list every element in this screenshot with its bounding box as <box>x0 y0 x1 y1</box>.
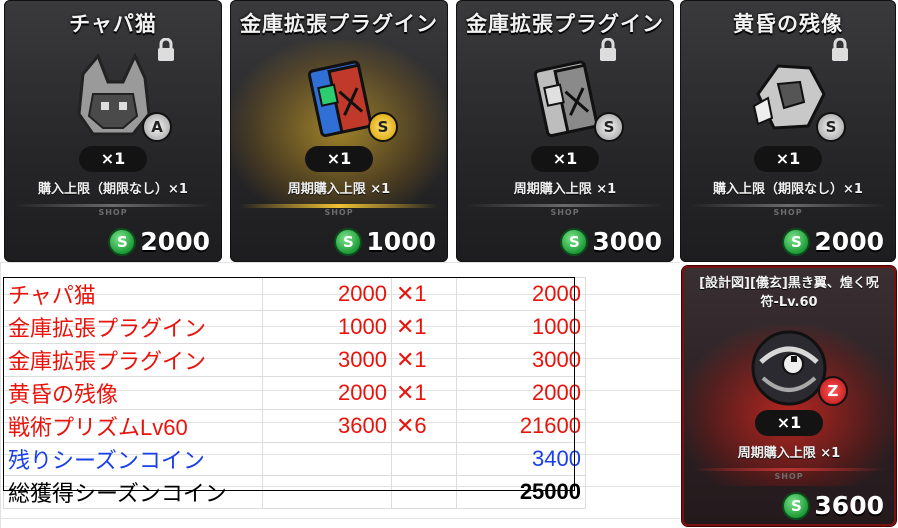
rank-s-badge: S <box>368 112 398 142</box>
empty-cell[interactable] <box>391 475 457 509</box>
season-coin-icon: S <box>334 227 363 256</box>
purchase-limit: 購入上限（期限なし）×1 <box>713 182 863 197</box>
empty-cell[interactable] <box>391 442 457 476</box>
rank-z-badge: Z <box>818 376 848 406</box>
divider <box>692 468 886 471</box>
multiplier-cell[interactable]: ✕1 <box>391 376 457 410</box>
price-cell[interactable]: 2000 <box>262 277 392 311</box>
rank-a-badge: A <box>142 112 172 142</box>
lock-icon <box>832 38 848 61</box>
total-label-cell[interactable]: 総獲得シーズンコイン <box>3 475 263 509</box>
divider <box>14 204 212 207</box>
rank-s-badge: S <box>594 112 624 142</box>
price-cell[interactable]: 1000 <box>262 310 392 344</box>
card-title: 金庫拡張プラグイン <box>240 12 438 36</box>
coin-calculation-table: チャパ猫 2000 ✕1 2000 金庫拡張プラグイン 1000 ✕1 1000… <box>3 277 586 509</box>
multiplier-cell[interactable]: ✕1 <box>391 310 457 344</box>
season-coin-icon: S <box>560 227 589 256</box>
price-value: 1000 <box>366 227 436 256</box>
lock-icon <box>600 38 616 61</box>
season-coin-icon: S <box>782 227 811 256</box>
total-coins-row: 総獲得シーズンコイン 25000 <box>3 475 586 509</box>
lock-icon <box>158 38 174 61</box>
price: S 2000 <box>108 227 210 256</box>
empty-cell[interactable] <box>262 475 392 509</box>
item-name-cell[interactable]: 金庫拡張プラグイン <box>3 343 263 377</box>
card-title: 金庫拡張プラグイン <box>466 12 664 36</box>
item-name-cell[interactable]: 戦術プリズムLv60 <box>3 409 263 443</box>
season-coin-icon: S <box>108 227 137 256</box>
shop-tag: SHOP <box>550 208 580 217</box>
total-cell[interactable]: 2000 <box>456 376 586 410</box>
total-cell[interactable]: 21600 <box>456 409 586 443</box>
table-row: 戦術プリズムLv60 3600 ✕6 21600 <box>3 409 586 443</box>
shop-card-vault-plugin-silver[interactable]: 金庫拡張プラグイン S ×1 周期購入上限 ×1 SHOP S 3000 <box>456 0 674 262</box>
price-value: 3600 <box>814 491 884 520</box>
season-coin-icon: S <box>782 491 811 520</box>
item-name-cell[interactable]: チャパ猫 <box>3 277 263 311</box>
card-title: [設計図][儀玄]黒き翼、煌く呪符-Lv.60 <box>699 276 879 310</box>
rank-s-badge: S <box>816 112 846 142</box>
price-value: 2000 <box>140 227 210 256</box>
price: S 1000 <box>334 227 436 256</box>
divider <box>466 204 664 207</box>
remaining-value-cell[interactable]: 3400 <box>456 442 586 476</box>
total-cell[interactable]: 2000 <box>456 277 586 311</box>
price: S 2000 <box>782 227 884 256</box>
shop-card-chapa-cat[interactable]: チャパ猫 A ×1 購入上限（期限なし）×1 SHOP S 2000 <box>4 0 222 262</box>
item-name-cell[interactable]: 金庫拡張プラグイン <box>3 310 263 344</box>
quantity-pill: ×1 <box>79 146 147 172</box>
price-value: 3000 <box>592 227 662 256</box>
shop-tag: SHOP <box>773 208 803 217</box>
quantity-pill: ×1 <box>755 410 823 436</box>
item-name-cell[interactable]: 黄昏の残像 <box>3 376 263 410</box>
quantity-pill: ×1 <box>754 146 822 172</box>
purchase-limit: 周期購入上限 ×1 <box>287 182 391 197</box>
total-cell[interactable]: 1000 <box>456 310 586 344</box>
card-title: チャパ猫 <box>69 12 157 36</box>
table-row: 金庫拡張プラグイン 3000 ✕1 3000 <box>3 343 586 377</box>
price-value: 2000 <box>814 227 884 256</box>
shop-card-vault-plugin-gold[interactable]: 金庫拡張プラグイン S ×1 周期購入上限 ×1 SHOP S 1000 <box>230 0 448 262</box>
table-row: 金庫拡張プラグイン 1000 ✕1 1000 <box>3 310 586 344</box>
card-title: 黄昏の残像 <box>733 12 843 36</box>
multiplier-cell[interactable]: ✕1 <box>391 277 457 311</box>
purchase-limit: 購入上限（期限なし）×1 <box>38 182 188 197</box>
remaining-coins-row: 残りシーズンコイン 3400 <box>3 442 586 476</box>
shop-tag: SHOP <box>324 208 354 217</box>
price-cell[interactable]: 3000 <box>262 343 392 377</box>
quantity-pill: ×1 <box>305 146 373 172</box>
remaining-label-cell[interactable]: 残りシーズンコイン <box>3 442 263 476</box>
price: S 3000 <box>560 227 662 256</box>
purchase-limit: 周期購入上限 ×1 <box>513 182 617 197</box>
empty-cell[interactable] <box>262 442 392 476</box>
quantity-pill: ×1 <box>531 146 599 172</box>
shop-tag: SHOP <box>98 208 128 217</box>
price: S 3600 <box>782 491 884 520</box>
shop-card-blueprint[interactable]: [設計図][儀玄]黒き翼、煌く呪符-Lv.60 Z ×1 周期購入上限 ×1 S… <box>682 266 896 526</box>
divider <box>690 204 886 207</box>
multiplier-cell[interactable]: ✕1 <box>391 343 457 377</box>
table-row: 黄昏の残像 2000 ✕1 2000 <box>3 376 586 410</box>
shop-tag: SHOP <box>774 472 804 481</box>
total-cell[interactable]: 3000 <box>456 343 586 377</box>
price-cell[interactable]: 2000 <box>262 376 392 410</box>
purchase-limit: 周期購入上限 ×1 <box>737 446 841 461</box>
multiplier-cell[interactable]: ✕6 <box>391 409 457 443</box>
price-cell[interactable]: 3600 <box>262 409 392 443</box>
table-row: チャパ猫 2000 ✕1 2000 <box>3 277 586 311</box>
shop-card-twilight-afterimage[interactable]: 黄昏の残像 S ×1 購入上限（期限なし）×1 SHOP S 2000 <box>680 0 896 262</box>
total-value-cell[interactable]: 25000 <box>456 475 586 509</box>
